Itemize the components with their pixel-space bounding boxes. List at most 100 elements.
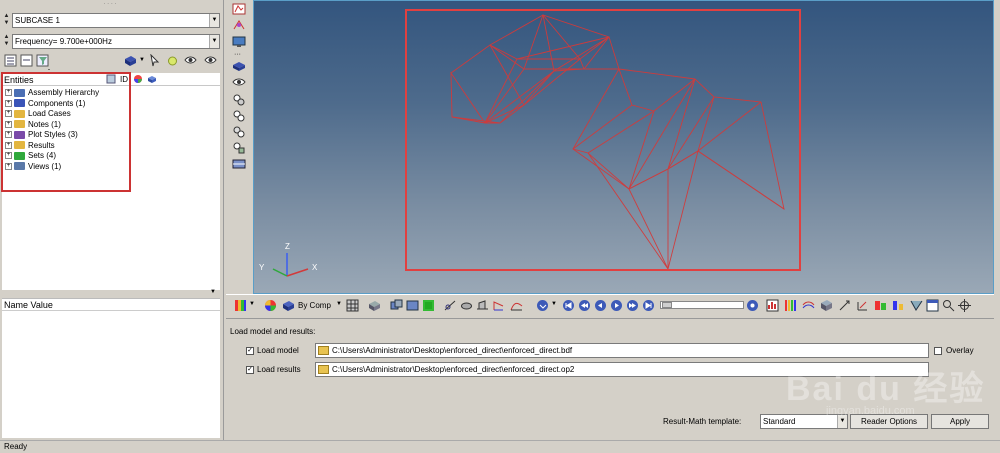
mesh-icon[interactable] (346, 299, 359, 312)
chevron-down-icon[interactable]: ▼ (139, 57, 145, 63)
monitor-icon[interactable] (232, 36, 246, 48)
chevron-down-icon[interactable]: ▼ (209, 14, 219, 27)
load-results-checkbox[interactable]: ✓ (246, 366, 254, 374)
expand-icon[interactable]: + (5, 162, 12, 170)
expand-icon[interactable]: + (5, 89, 12, 97)
expand-icon[interactable]: + (5, 131, 12, 139)
feature-icon[interactable] (406, 299, 419, 312)
tree-item[interactable]: + Notes (1) (5, 120, 61, 130)
query-icon[interactable] (874, 299, 887, 312)
chevron-down-icon[interactable]: ▼ (249, 301, 255, 307)
color-legend-icon[interactable] (422, 299, 435, 312)
legend-icon[interactable] (784, 299, 797, 312)
window-icon[interactable] (926, 299, 939, 312)
collapse-all-icon[interactable] (20, 54, 33, 67)
component-color-icon[interactable] (124, 54, 137, 67)
animation-mode-icon[interactable] (536, 299, 549, 312)
section-icon[interactable] (460, 299, 473, 312)
tree-item[interactable]: + Components (1) (5, 99, 85, 109)
isolate-icon[interactable] (204, 54, 217, 67)
last-frame-icon[interactable] (642, 299, 655, 312)
animation-settings-icon[interactable] (746, 299, 759, 312)
show-hide-icon[interactable] (232, 76, 246, 88)
iso-icon[interactable] (802, 299, 815, 312)
splitter[interactable]: ▼ (2, 289, 220, 298)
chevron-down-icon[interactable]: ▼ (336, 301, 342, 307)
vector-icon[interactable] (838, 299, 851, 312)
contour-icon[interactable] (234, 299, 247, 312)
chevron-down-icon[interactable]: ▼ (551, 301, 557, 307)
slider-thumb[interactable] (662, 302, 672, 308)
measure-icon[interactable] (444, 299, 457, 312)
deformed-icon[interactable] (476, 299, 489, 312)
cube-icon[interactable] (820, 299, 833, 312)
triad-x-label: X (312, 263, 318, 272)
first-frame-icon[interactable] (562, 299, 575, 312)
load-model-panel: Load model and results: ✓ Load model C:\… (226, 318, 994, 440)
tree-item-label: Plot Styles (3) (28, 130, 78, 139)
id-column-header[interactable]: ID (120, 75, 128, 84)
subcase-select[interactable]: SUBCASE 1 ▼ (12, 13, 220, 28)
step-back-icon[interactable] (594, 299, 607, 312)
tree-item-label: Assembly Hierarchy (28, 88, 100, 97)
transparent-icon[interactable] (390, 299, 403, 312)
highlight-icon[interactable] (166, 54, 179, 67)
overlay-checkbox[interactable] (934, 347, 942, 355)
subcase-spinner[interactable]: ▲ ▼ (2, 13, 11, 28)
tracing-icon[interactable] (892, 299, 905, 312)
frame-slider[interactable] (660, 301, 744, 309)
show-hide-icon[interactable] (184, 54, 197, 67)
cut-plane-icon[interactable] (232, 158, 246, 170)
filter-icon[interactable] (36, 54, 49, 67)
expand-all-icon[interactable] (4, 54, 17, 67)
tracking-icon[interactable] (958, 299, 971, 312)
tensor-icon[interactable] (492, 299, 505, 312)
shaded-icon[interactable] (368, 299, 381, 312)
play-icon[interactable] (610, 299, 623, 312)
model-icon[interactable] (232, 3, 246, 15)
expand-icon[interactable]: + (5, 120, 12, 128)
entity-attach-icon[interactable] (232, 142, 246, 154)
display-column-icon[interactable] (147, 74, 157, 84)
expand-icon[interactable]: + (5, 99, 12, 107)
color-wheel-icon[interactable] (264, 299, 277, 312)
notes-icon[interactable] (910, 299, 923, 312)
component-color-icon[interactable] (232, 60, 246, 72)
tree-item[interactable]: + Load Cases (5, 109, 71, 119)
unmask-icon[interactable] (232, 110, 246, 122)
curve-icon[interactable] (510, 299, 523, 312)
expand-icon[interactable]: + (5, 110, 12, 118)
tree-item[interactable]: + Sets (4) (5, 151, 56, 161)
deform-icon[interactable] (232, 19, 246, 31)
reverse-icon[interactable] (232, 126, 246, 138)
frequency-spinner[interactable]: ▲ ▼ (2, 34, 11, 49)
folder-icon[interactable] (318, 346, 329, 355)
rewind-icon[interactable] (578, 299, 591, 312)
tree-item[interactable]: + Views (1) (5, 162, 61, 172)
load-model-path-field[interactable]: C:\Users\Administrator\Desktop\enforced_… (315, 343, 929, 358)
component-color-icon[interactable] (282, 299, 295, 312)
graphics-viewport[interactable]: Z X Y (253, 0, 994, 294)
pin-icon[interactable] (106, 74, 116, 84)
expand-icon[interactable]: + (5, 141, 12, 149)
tree-item[interactable]: + Assembly Hierarchy (5, 88, 99, 98)
measure-tool-icon[interactable] (856, 299, 869, 312)
folder-icon[interactable] (318, 365, 329, 374)
color-column-icon[interactable] (133, 74, 143, 84)
search-icon[interactable] (942, 299, 955, 312)
panel-grip[interactable]: · · · · (30, 1, 190, 7)
results-icon[interactable] (766, 299, 779, 312)
load-model-checkbox[interactable]: ✓ (246, 347, 254, 355)
tree-item[interactable]: + Plot Styles (3) (5, 130, 78, 140)
color-mode-select[interactable]: By Comp (298, 301, 331, 310)
chevron-down-icon[interactable]: ▼ (209, 35, 219, 48)
expand-icon[interactable]: + (5, 152, 12, 160)
mask-icon[interactable] (232, 94, 246, 106)
tree-item[interactable]: + Results (5, 141, 55, 151)
frequency-select[interactable]: Frequency= 9.700e+000Hz ▼ (12, 34, 220, 49)
tree-item-label: Sets (4) (28, 151, 57, 160)
chevron-down-icon[interactable]: ▼ (210, 289, 216, 295)
apply-button[interactable]: Apply (931, 414, 989, 429)
fast-forward-icon[interactable] (626, 299, 639, 312)
cursor-icon[interactable] (148, 54, 161, 67)
